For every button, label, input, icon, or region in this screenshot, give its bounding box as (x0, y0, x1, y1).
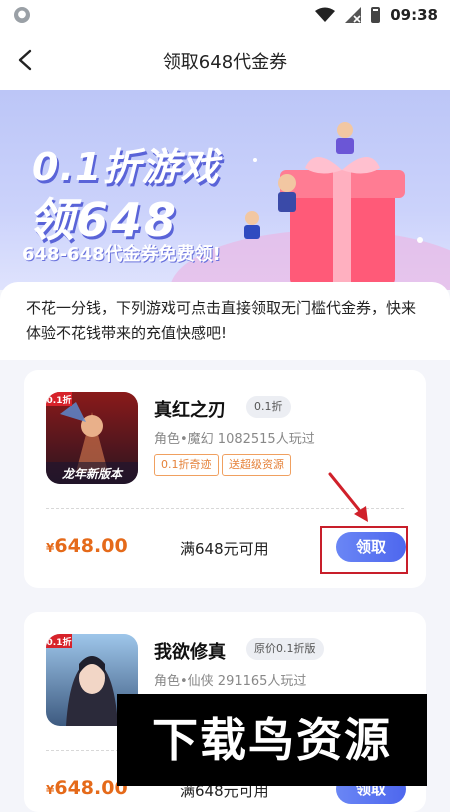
banner-headline-1: 0.1折游戏 (32, 145, 220, 189)
wifi-icon (315, 7, 336, 22)
claim-button[interactable]: 领取 (336, 532, 406, 562)
icon-corner-label: 0.1折 (47, 636, 72, 648)
discount-badge: 原价0.1折版 (246, 638, 324, 660)
game-icon[interactable]: 0.1折 龙年新版本 (46, 392, 138, 484)
icon-banner-label: 龙年新版本 (61, 467, 124, 481)
voucher-price: ¥648.00 (46, 777, 128, 799)
intro-panel: 不花一分钱，下列游戏可点击直接领取无门槛代金券，快来体验不花钱带来的充值快感吧! (0, 282, 450, 360)
discount-badge: 0.1折 (246, 396, 291, 418)
game-tag: 0.1折奇迹 (154, 454, 219, 476)
game-tag: 送超级资源 (222, 454, 291, 476)
watermark: 下载鸟资源 (117, 694, 427, 786)
nav-bar: 领取648代金券 (0, 30, 450, 90)
shield-icon: ● (14, 7, 30, 23)
banner-subtitle: 648-648代金券免费领! (22, 244, 221, 265)
status-time: 09:38 (390, 6, 438, 24)
game-title[interactable]: 真红之刃 (154, 396, 226, 422)
price-value: 648.00 (54, 535, 128, 557)
battery-icon (371, 7, 381, 23)
status-bar: ● 09:38 (0, 0, 450, 30)
voucher-price: ¥648.00 (46, 535, 128, 557)
intro-text: 不花一分钱，下列游戏可点击直接领取无门槛代金券，快来体验不花钱带来的充值快感吧! (26, 299, 417, 342)
game-card[interactable]: 0.1折 龙年新版本 真红之刃 0.1折 角色•魔幻 1082515人玩过 0.… (24, 370, 426, 588)
pointer-arrow-icon (328, 472, 368, 522)
game-meta: 角色•魔幻 1082515人玩过 (154, 432, 315, 447)
icon-corner-label: 0.1折 (47, 394, 72, 406)
game-title[interactable]: 我欲修真 (154, 638, 226, 664)
no-signal-icon (345, 7, 362, 23)
page-title: 领取648代金券 (162, 52, 288, 73)
voucher-condition: 满648元可用 (180, 540, 269, 558)
promo-banner: 0.1折游戏 领648 648-648代金券免费领! (0, 90, 450, 290)
game-meta: 角色•仙侠 291165人玩过 (154, 674, 307, 689)
